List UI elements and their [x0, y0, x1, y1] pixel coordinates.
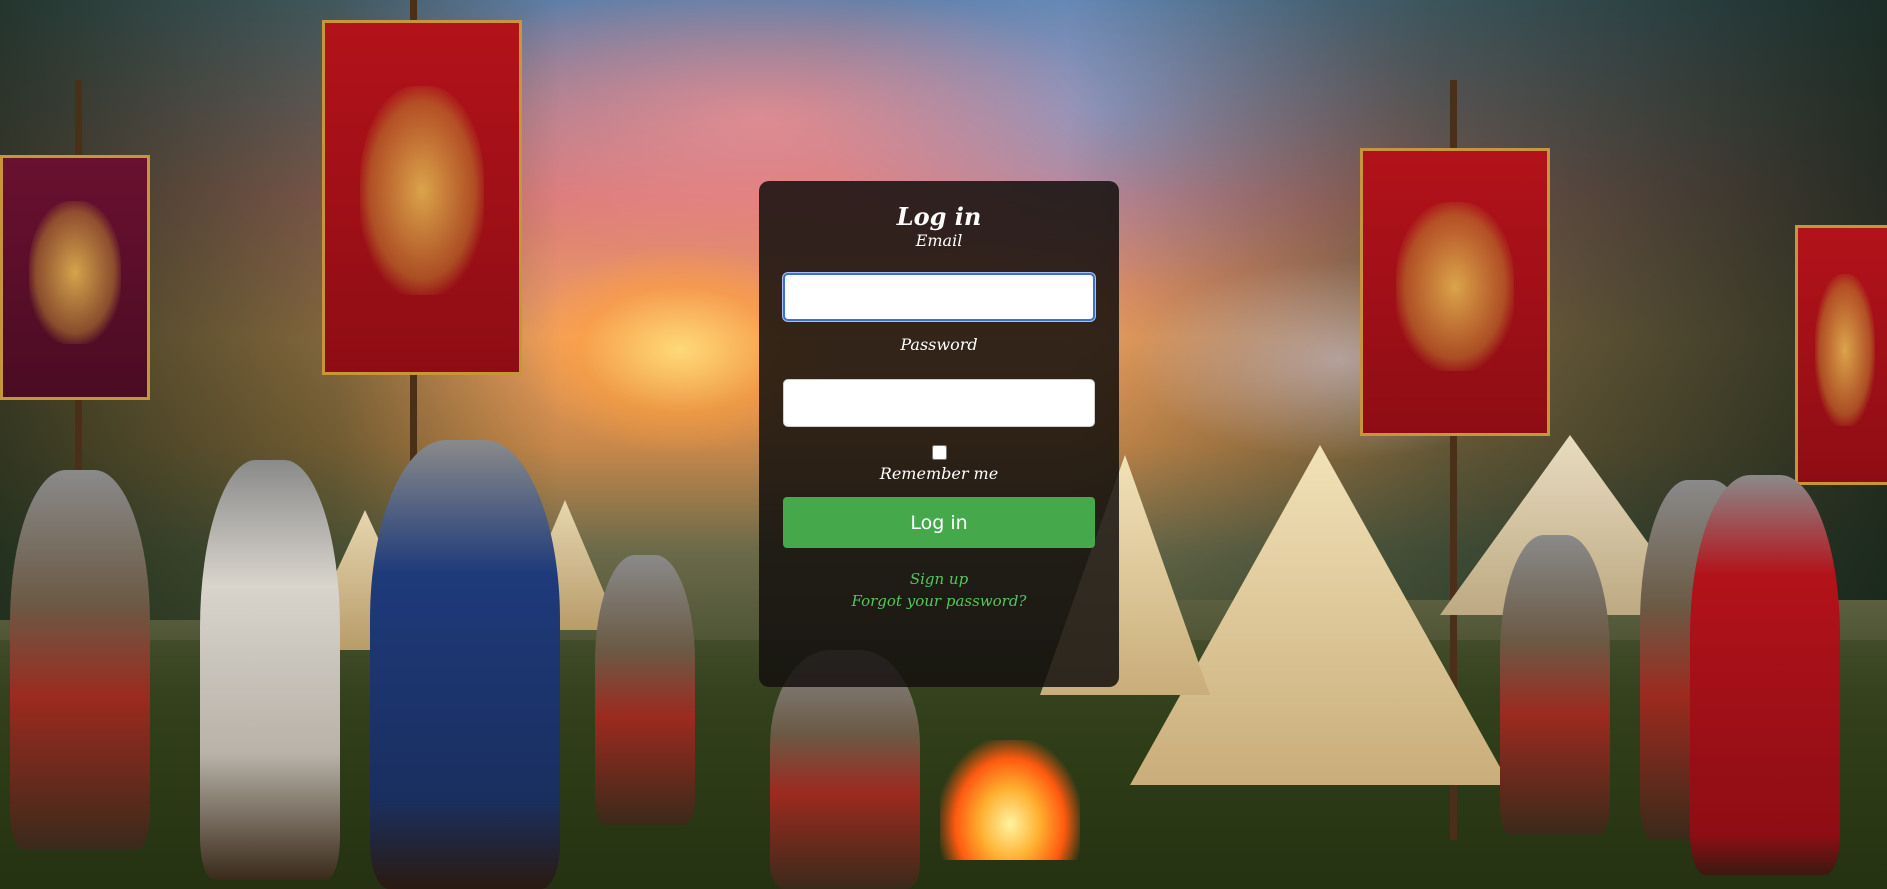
email-field[interactable]	[783, 273, 1095, 321]
login-panel: Log in Email Password Remember me Log in…	[759, 181, 1119, 687]
standard-banner-icon	[0, 155, 150, 400]
login-button[interactable]: Log in	[783, 497, 1095, 548]
password-label: Password	[900, 335, 978, 354]
forgot-password-link[interactable]: Forgot your password?	[783, 590, 1095, 612]
eagle-banner-icon	[322, 20, 522, 375]
campfire-icon	[940, 740, 1080, 860]
remember-me-checkbox[interactable]	[931, 445, 947, 460]
soldier-figure	[200, 460, 340, 880]
sign-up-link[interactable]: Sign up	[783, 568, 1095, 590]
email-label: Email	[915, 231, 963, 250]
soldier-figure	[1500, 535, 1610, 835]
remember-me-group: Remember me	[783, 445, 1095, 484]
password-field[interactable]	[783, 379, 1095, 427]
eagle-banner-icon	[1795, 225, 1887, 485]
remember-me-label[interactable]: Remember me	[783, 464, 1095, 484]
login-title: Log in	[896, 202, 982, 231]
soldier-figure	[595, 555, 695, 825]
soldier-figure	[1690, 475, 1840, 875]
soldier-figure	[10, 470, 150, 850]
eagle-banner-icon	[1360, 148, 1550, 436]
soldier-figure	[370, 440, 560, 889]
